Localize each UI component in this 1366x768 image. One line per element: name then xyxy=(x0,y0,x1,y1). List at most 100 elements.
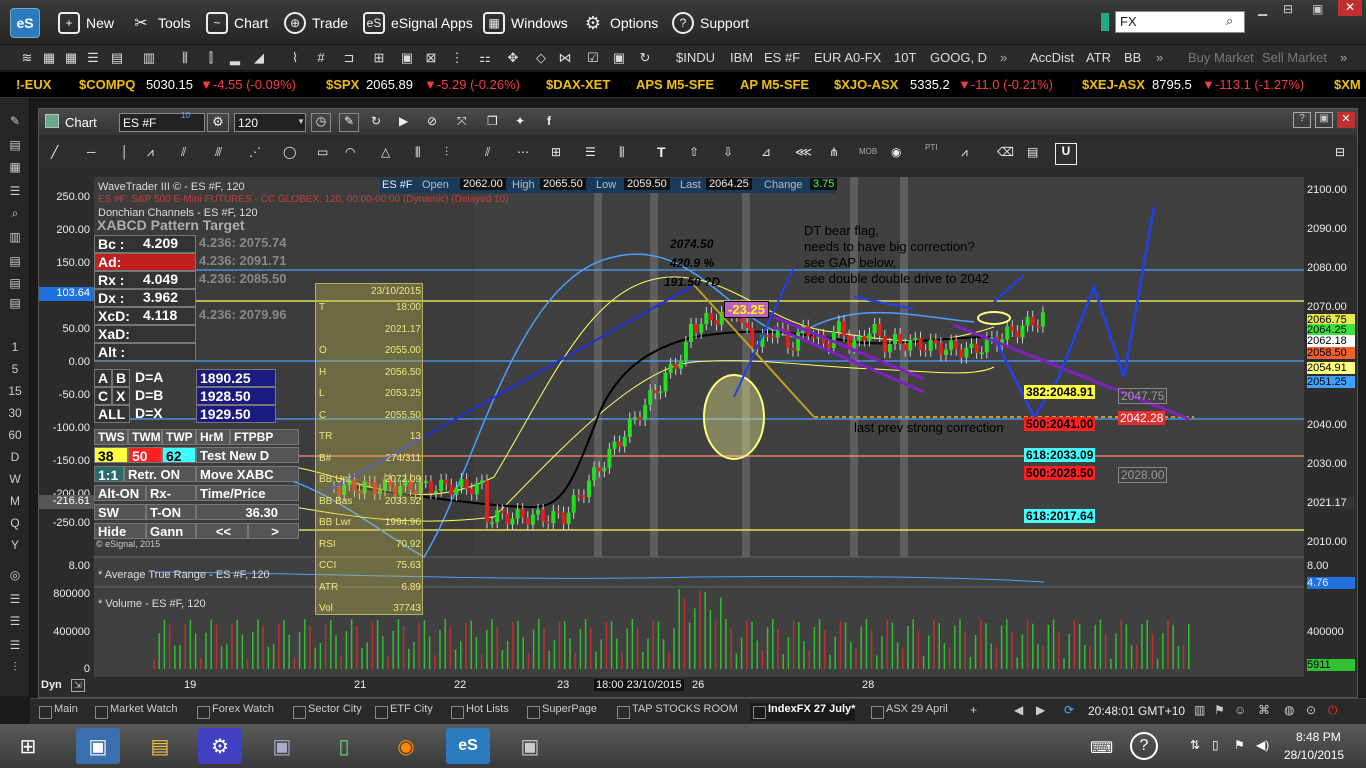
tab-main[interactable]: Main xyxy=(36,703,78,721)
settings-icon[interactable]: ⚙ xyxy=(207,113,229,132)
interval-30[interactable]: 30 xyxy=(0,406,30,420)
btn-retr[interactable]: Retr. ON xyxy=(124,466,196,482)
study-accdist[interactable]: AccDist xyxy=(1030,50,1074,65)
symbol-input[interactable]: ES #F xyxy=(119,113,205,132)
help-icon[interactable]: ? xyxy=(1293,112,1311,128)
ticker-name[interactable]: $XJO-ASX xyxy=(834,77,898,92)
spread-icon[interactable]: ⚏ xyxy=(476,49,494,67)
ellipse-icon[interactable]: ◯ xyxy=(283,145,296,159)
lines-icon[interactable]: ☰ xyxy=(585,145,596,159)
share-icon[interactable]: ⤧ xyxy=(457,114,467,129)
table-icon[interactable]: ▤ xyxy=(108,49,126,67)
bars-icon[interactable]: ⫼ xyxy=(619,145,625,160)
ticker-name[interactable]: $DAX-XET xyxy=(546,77,610,92)
interval-15[interactable]: 15 xyxy=(0,384,30,398)
btn-tws[interactable]: TWS xyxy=(94,429,128,445)
price-chart[interactable]: WaveTrader III © - ES #F, 120 ES #F: S&P… xyxy=(94,177,1304,677)
grid2-icon[interactable]: ▦ xyxy=(62,49,80,67)
bell-icon[interactable]: ⚑ xyxy=(1214,703,1225,717)
doc2-icon[interactable]: ▤ xyxy=(0,254,30,268)
settings-icon[interactable]: ⚙ xyxy=(198,728,242,764)
sync-icon[interactable]: ⟳ xyxy=(1064,703,1074,717)
eraser-icon[interactable]: ⌫ xyxy=(997,145,1014,159)
check-icon[interactable]: ☑ xyxy=(584,49,602,67)
copy-icon[interactable]: ❐ xyxy=(487,114,498,128)
wave-icon[interactable]: ⩘ xyxy=(961,145,968,160)
menu-new[interactable]: + New xyxy=(58,10,114,36)
btn-sw[interactable]: SW OFF xyxy=(94,504,146,535)
toolbar-symbol-indu[interactable]: $INDU xyxy=(676,50,715,65)
trendline-icon[interactable]: ╱ xyxy=(51,145,58,159)
menu-chart[interactable]: ~ Chart xyxy=(206,10,268,36)
hash-icon[interactable]: # xyxy=(312,49,330,67)
channel-icon[interactable]: ⫻ xyxy=(215,145,222,160)
toolbar-symbol-10t[interactable]: 10T xyxy=(894,50,916,65)
menu-trade[interactable]: ⊕ Trade xyxy=(284,10,348,36)
maximize-icon[interactable]: ▣ xyxy=(1315,112,1333,128)
search-icon[interactable]: ⌕ xyxy=(1226,13,1233,29)
doc-icon[interactable]: ▤ xyxy=(0,138,30,152)
kagi-icon[interactable]: ⊐ xyxy=(340,49,358,67)
minimize-icon[interactable]: ▁ xyxy=(1258,2,1267,16)
tab-indexfx[interactable]: IndexFX 27 July* xyxy=(750,703,856,721)
tab-hot-lists[interactable]: Hot Lists xyxy=(448,703,509,721)
pencil-icon[interactable]: ✎ xyxy=(339,113,359,132)
interval-y[interactable]: Y xyxy=(0,538,30,552)
speaker-icon[interactable]: ◀) xyxy=(1256,738,1269,752)
computer-icon[interactable]: ▣ xyxy=(260,728,304,764)
toolbar-symbol-eur[interactable]: EUR A0-FX xyxy=(814,50,881,65)
toolbar-symbol-goog[interactable]: GOOG, D xyxy=(930,50,987,65)
renko-icon[interactable]: ⊞ xyxy=(370,49,388,67)
link-icon[interactable]: ⊘ xyxy=(427,114,437,128)
target-icon[interactable]: ◎ xyxy=(0,568,30,582)
dyn-label[interactable]: Dyn xyxy=(41,679,62,691)
doc-icon[interactable]: ▥ xyxy=(140,49,158,67)
btn-c[interactable]: C xyxy=(94,387,112,405)
btn-rx[interactable]: Rx-OFF xyxy=(146,485,196,516)
tpo-icon[interactable]: ⋮ xyxy=(448,49,466,67)
refresh-icon[interactable]: ↻ xyxy=(636,49,654,67)
btn-twm[interactable]: TWM xyxy=(128,429,162,445)
btn-ratio[interactable]: 1:1 xyxy=(94,466,124,483)
link-status-icon[interactable]: ⊙ xyxy=(1306,703,1316,717)
btn-a[interactable]: A xyxy=(94,369,112,387)
help-circle-icon[interactable]: ? xyxy=(1130,732,1158,760)
gann-icon[interactable]: ⋯ xyxy=(517,145,529,159)
monitor-icon[interactable]: ▣ xyxy=(610,49,628,67)
person-icon[interactable]: ☺ xyxy=(1234,703,1246,717)
btn-b[interactable]: B xyxy=(112,369,130,387)
btn-test-new[interactable]: Test New D xyxy=(196,447,299,463)
menu-esignal-apps[interactable]: eS eSignal Apps xyxy=(363,10,473,36)
close-icon[interactable]: ✕ xyxy=(1337,112,1355,128)
keyboard-icon[interactable]: ⌨ xyxy=(1090,738,1113,758)
menu-support[interactable]: ? Support xyxy=(672,10,749,36)
scroll-icon[interactable]: ⇲ xyxy=(71,679,85,692)
btn-ton[interactable]: T-ON xyxy=(146,504,196,520)
btn-prev[interactable]: << xyxy=(196,523,248,539)
tray-flag-icon[interactable]: ⚑ xyxy=(1234,738,1245,752)
ticker-name[interactable]: $XEJ-ASX xyxy=(1082,77,1145,92)
screen-icon[interactable]: ▣ xyxy=(508,728,552,764)
comment-icon[interactable]: ▤ xyxy=(1027,145,1038,159)
diamond-icon[interactable]: ◇ xyxy=(532,49,550,67)
doc3-icon[interactable]: ▤ xyxy=(0,276,30,290)
btn-x[interactable]: X xyxy=(112,387,130,405)
interval-select[interactable]: 120 xyxy=(234,113,306,132)
interval-5[interactable]: 5 xyxy=(0,362,30,376)
twitter-icon[interactable]: ✦ xyxy=(515,114,525,128)
parallel-icon[interactable]: ⫽ xyxy=(485,145,490,160)
ticker-name[interactable]: APS M5-SFE xyxy=(636,77,714,92)
btn-all[interactable]: ALL xyxy=(94,405,130,423)
list2-icon[interactable]: ☰ xyxy=(0,592,30,606)
calc-icon[interactable]: ▦ xyxy=(0,160,30,174)
tab-next-icon[interactable]: ▶ xyxy=(1036,703,1045,717)
list-icon[interactable]: ☰ xyxy=(0,184,30,198)
cycle-icon[interactable]: ⫼ xyxy=(415,145,421,160)
pnf-icon[interactable]: ⊠ xyxy=(422,49,440,67)
tab-etf-city[interactable]: ETF City xyxy=(372,703,433,721)
network-icon[interactable]: ⌘ xyxy=(1258,703,1270,717)
mob-icon[interactable]: MOB xyxy=(859,147,877,156)
ticker-name[interactable]: $SPX xyxy=(326,77,359,92)
btn-hrm[interactable]: HrM xyxy=(196,429,230,445)
btn-alt[interactable]: Alt-ON xyxy=(94,485,146,501)
